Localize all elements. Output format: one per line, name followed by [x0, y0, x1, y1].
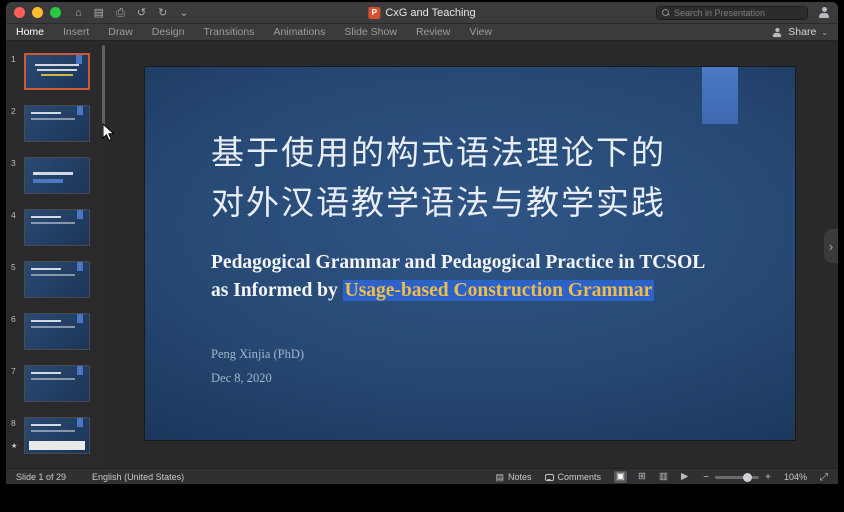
minimize-button[interactable]	[32, 7, 43, 18]
tab-draw[interactable]: Draw	[108, 26, 133, 38]
transition-star-icon: ★	[11, 442, 17, 450]
slide-title-line2: 对外汉语教学语法与教学实践	[211, 179, 666, 229]
thumbnail-row-7[interactable]: 7	[11, 365, 106, 402]
powerpoint-doc-icon: P	[368, 7, 380, 19]
slide-title[interactable]: 基于使用的构式语法理论下的 对外汉语教学语法与教学实践	[211, 129, 666, 229]
powerpoint-window: ⌂ ▤ ⎙ ↺ ↻ ⌄ P CxG and Teaching Home Inse…	[6, 2, 838, 484]
slide-editing-area: 基于使用的构式语法理论下的 对外汉语教学语法与教学实践 Pedagogical …	[106, 41, 838, 468]
slide-counter: Slide 1 of 29	[16, 472, 66, 482]
slide-4-thumbnail[interactable]	[24, 209, 90, 246]
chevron-down-icon: ⌄	[821, 28, 828, 37]
language-indicator[interactable]: English (United States)	[92, 472, 184, 482]
slide-thumbnail-panel: 1 2 3 4	[6, 41, 106, 468]
zoom-in-icon[interactable]: +	[765, 472, 771, 483]
thumbnail-row-2[interactable]: 2	[11, 105, 106, 142]
thumbnail-row-4[interactable]: 4	[11, 209, 106, 246]
slide-title-line1: 基于使用的构式语法理论下的	[211, 129, 666, 179]
subtitle-line2: as Informed by Usage-based Construction …	[211, 277, 705, 305]
right-panel-chevron[interactable]: ›	[824, 229, 838, 263]
thumbnail-row-3[interactable]: 3	[11, 157, 106, 194]
content-area: 1 2 3 4	[6, 41, 838, 468]
slide-author[interactable]: Peng Xinjia (PhD)	[211, 347, 304, 362]
search-input[interactable]	[674, 8, 802, 18]
zoom-out-icon[interactable]: −	[703, 472, 709, 483]
slide-6-thumbnail[interactable]	[24, 313, 90, 350]
slide-canvas[interactable]: 基于使用的构式语法理论下的 对外汉语教学语法与教学实践 Pedagogical …	[145, 67, 795, 440]
tab-transitions[interactable]: Transitions	[203, 26, 254, 38]
reading-view-icon[interactable]: ▥	[657, 471, 670, 483]
view-switcher: ▣ ⊞ ▥ ▶	[614, 471, 690, 483]
zoom-percentage[interactable]: 104%	[784, 472, 807, 482]
fit-to-window-icon[interactable]: ⤢	[820, 472, 828, 483]
comments-button[interactable]: Comments	[545, 472, 602, 482]
zoom-window-button[interactable]	[50, 7, 61, 18]
normal-view-icon[interactable]: ▣	[614, 471, 627, 483]
slideshow-icon[interactable]: ▶	[679, 471, 690, 483]
tab-review[interactable]: Review	[416, 26, 450, 38]
slide-5-thumbnail[interactable]	[24, 261, 90, 298]
comments-icon	[545, 474, 554, 481]
thumbnail-scrollbar[interactable]	[102, 45, 105, 137]
customize-toolbar-icon[interactable]: ⌄	[179, 2, 188, 24]
slide-number: 3	[11, 157, 24, 194]
slide-1-thumbnail[interactable]	[24, 53, 90, 90]
notes-icon: ▤	[495, 472, 504, 483]
print-icon[interactable]: ⎙	[116, 2, 125, 24]
slide-number: 2	[11, 105, 24, 142]
search-icon	[662, 9, 670, 17]
thumbnail-row-5[interactable]: 5	[11, 261, 106, 298]
search-box[interactable]	[656, 6, 808, 20]
slide-date[interactable]: Dec 8, 2020	[211, 371, 272, 386]
zoom-control: − +	[703, 472, 771, 483]
tab-slide-show[interactable]: Slide Show	[344, 26, 397, 38]
quick-access-toolbar: ⌂ ▤ ⎙ ↺ ↻ ⌄	[75, 2, 189, 24]
save-icon[interactable]: ▤	[94, 2, 104, 24]
title-bar: ⌂ ▤ ⎙ ↺ ↻ ⌄ P CxG and Teaching	[6, 2, 838, 24]
tab-view[interactable]: View	[469, 26, 492, 38]
tab-insert[interactable]: Insert	[63, 26, 89, 38]
slide-subtitle[interactable]: Pedagogical Grammar and Pedagogical Prac…	[211, 249, 705, 304]
subtitle-line1: Pedagogical Grammar and Pedagogical Prac…	[211, 249, 705, 277]
slide-7-thumbnail[interactable]	[24, 365, 90, 402]
highlighted-text: Usage-based Construction Grammar	[343, 280, 655, 301]
thumbnail-row-1[interactable]: 1	[11, 53, 106, 90]
status-bar: Slide 1 of 29 English (United States) ▤ …	[6, 468, 838, 484]
slide-sorter-icon[interactable]: ⊞	[636, 471, 648, 483]
thumbnail-row-8[interactable]: 8 ★	[11, 417, 106, 454]
slide-number: 6	[11, 313, 24, 350]
slide-number: 1	[11, 53, 24, 90]
tab-design[interactable]: Design	[152, 26, 185, 38]
document-title-group: P CxG and Teaching	[368, 7, 475, 19]
share-button[interactable]: Share ⌄	[771, 26, 828, 38]
notes-button[interactable]: ▤ Notes	[495, 472, 531, 483]
home-icon[interactable]: ⌂	[75, 2, 82, 24]
slide-number: 4	[11, 209, 24, 246]
undo-icon[interactable]: ↺	[137, 2, 146, 24]
tab-animations[interactable]: Animations	[273, 26, 325, 38]
zoom-slider[interactable]	[715, 476, 759, 479]
share-label: Share	[788, 26, 816, 38]
redo-icon[interactable]: ↻	[158, 2, 167, 24]
share-person-icon	[772, 27, 782, 36]
account-icon[interactable]	[818, 7, 830, 18]
slide-8-thumbnail[interactable]	[24, 417, 90, 454]
slide-number: 5	[11, 261, 24, 298]
slide-2-thumbnail[interactable]	[24, 105, 90, 142]
traffic-lights	[14, 7, 61, 18]
slide-number: 7	[11, 365, 24, 402]
slide-number: 8 ★	[11, 417, 24, 454]
decorative-rectangle	[702, 67, 738, 124]
ribbon-tab-bar: Home Insert Draw Design Transitions Anim…	[6, 24, 838, 41]
thumbnail-row-6[interactable]: 6	[11, 313, 106, 350]
close-button[interactable]	[14, 7, 25, 18]
zoom-slider-knob[interactable]	[743, 473, 752, 482]
slide-3-thumbnail[interactable]	[24, 157, 90, 194]
document-title: CxG and Teaching	[385, 7, 475, 19]
tab-home[interactable]: Home	[16, 26, 44, 38]
